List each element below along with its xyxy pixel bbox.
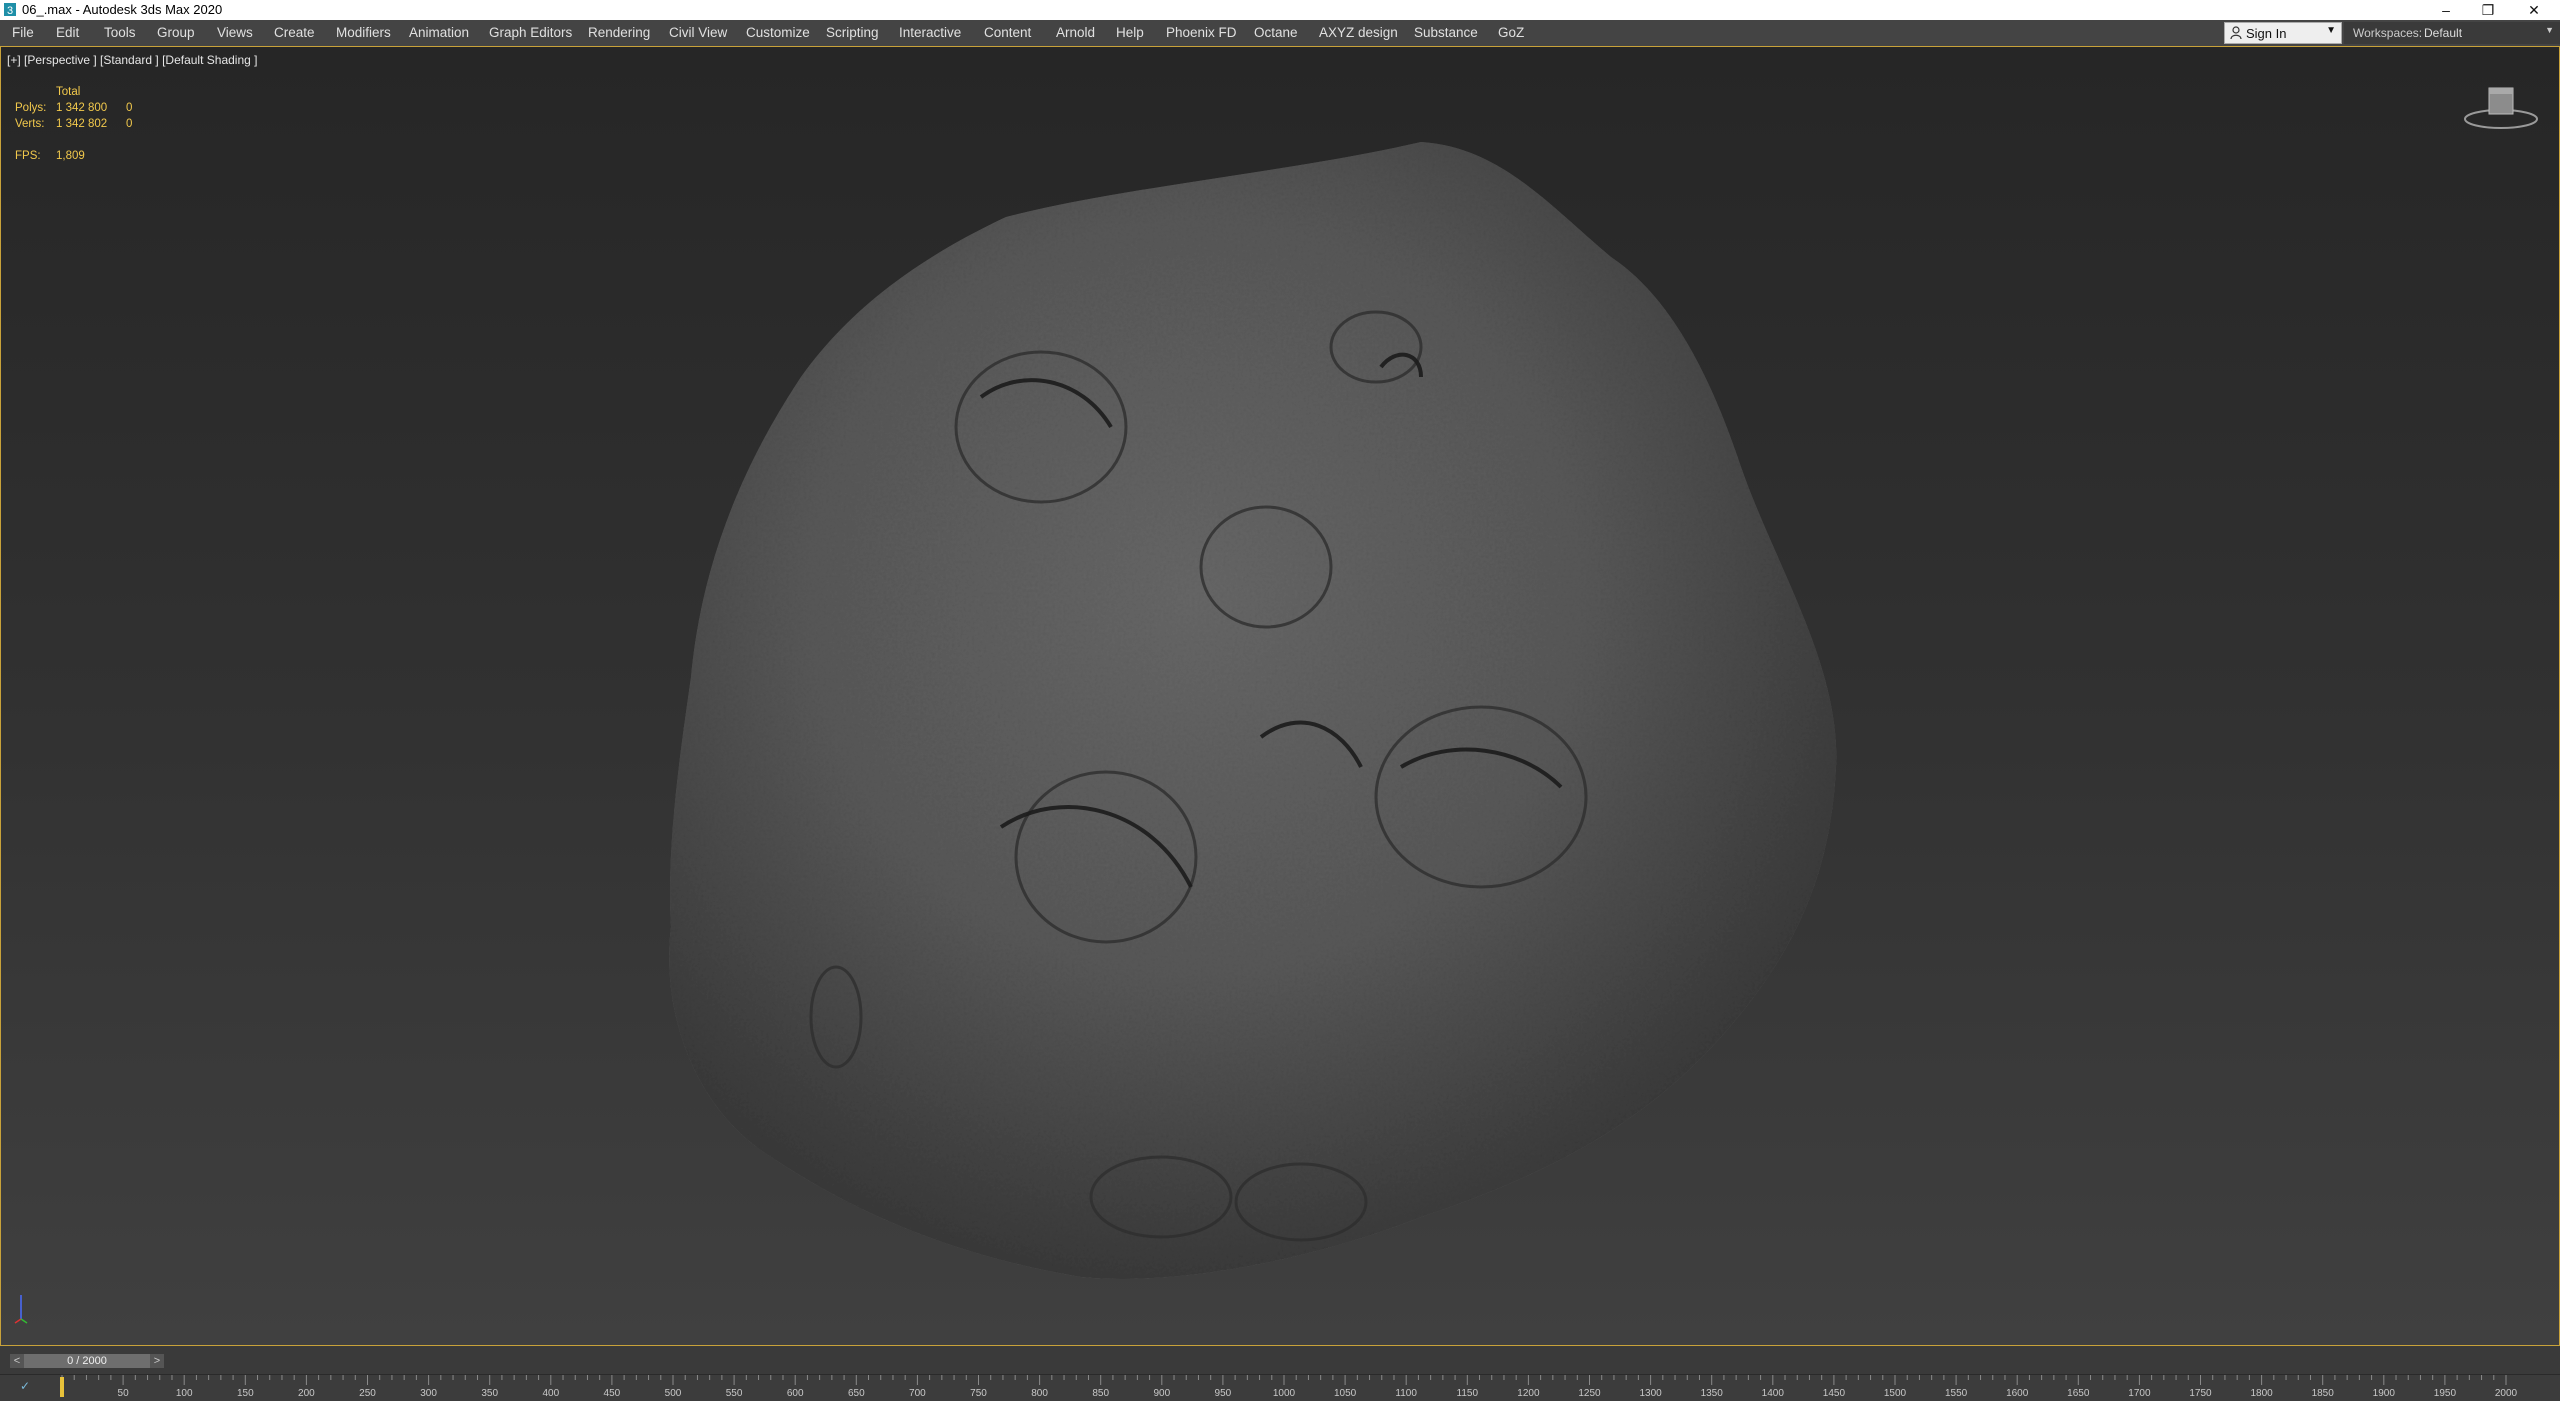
workspaces-selector[interactable]: Workspaces: Default ▼: [2344, 22, 2560, 44]
title-bar: 3 06_.max - Autodesk 3ds Max 2020 – ❐ ✕: [0, 0, 2560, 20]
asteroid-mesh[interactable]: [1, 47, 2560, 1346]
track-tick-label: 750: [970, 1388, 987, 1399]
track-tick-label: 1350: [1700, 1388, 1723, 1399]
track-tick-label: 300: [420, 1388, 437, 1399]
track-tick-label: 250: [359, 1388, 376, 1399]
track-tick-label: 50: [117, 1388, 129, 1399]
menu-group[interactable]: Group: [157, 24, 195, 42]
track-tick-label: 850: [1092, 1388, 1110, 1399]
track-tick-label: 150: [236, 1388, 254, 1399]
time-slider-handle[interactable]: 0 / 2000: [24, 1354, 150, 1368]
menu-animation[interactable]: Animation: [409, 24, 469, 42]
workspaces-label: Workspaces:: [2353, 26, 2423, 40]
track-tick-label: 1550: [1944, 1388, 1968, 1399]
menu-octane[interactable]: Octane: [1254, 24, 1298, 42]
minimize-button[interactable]: –: [2426, 0, 2466, 20]
app-3dsmax-icon: 3: [4, 3, 16, 16]
track-tick-label: 1800: [2250, 1388, 2273, 1399]
track-tick-label: 1300: [1639, 1388, 1662, 1399]
menu-civil-view[interactable]: Civil View: [669, 24, 727, 42]
track-tick-label: 200: [298, 1388, 315, 1399]
track-tick-label: 1450: [1822, 1388, 1846, 1399]
track-tick-label: 950: [1214, 1388, 1232, 1399]
viewcube-icon[interactable]: [2461, 83, 2541, 133]
track-tick-label: 1200: [1517, 1388, 1540, 1399]
sign-in-dropdown[interactable]: Sign In ▼: [2224, 22, 2342, 44]
menu-edit[interactable]: Edit: [56, 24, 79, 42]
menu-create[interactable]: Create: [274, 24, 315, 42]
viewport-label-menu[interactable]: [+] [Perspective ] [Standard ] [Default …: [7, 53, 257, 67]
track-tick-label: 450: [603, 1388, 621, 1399]
time-slider-prev-button[interactable]: <: [10, 1354, 24, 1368]
track-tick-label: 1700: [2128, 1388, 2151, 1399]
menu-modifiers[interactable]: Modifiers: [336, 24, 391, 42]
menu-help[interactable]: Help: [1116, 24, 1144, 42]
menu-scripting[interactable]: Scripting: [826, 24, 879, 42]
user-icon: [2230, 26, 2242, 40]
menu-interactive[interactable]: Interactive: [899, 24, 961, 42]
menu-phoenix-fd[interactable]: Phoenix FD: [1166, 24, 1237, 42]
stats-header: Total: [56, 86, 81, 98]
menu-content[interactable]: Content: [984, 24, 1031, 42]
workspaces-value: Default: [2424, 26, 2463, 40]
menu-graph-editors[interactable]: Graph Editors: [489, 24, 572, 42]
track-tick-label: 650: [847, 1388, 865, 1399]
menu-arnold[interactable]: Arnold: [1056, 24, 1095, 42]
track-tick-label: 1050: [1333, 1388, 1357, 1399]
track-tick-label: 1850: [2311, 1388, 2334, 1399]
track-tick-label: 900: [1153, 1388, 1171, 1399]
menu-bar: File Edit Tools Group Views Create Modif…: [0, 20, 2560, 47]
current-frame-marker[interactable]: [60, 1377, 64, 1397]
chevron-down-icon: ▼: [2326, 25, 2336, 36]
verts-selected: 0: [126, 118, 133, 130]
track-tick-label: 1600: [2006, 1388, 2029, 1399]
sign-in-label: Sign In: [2246, 26, 2287, 41]
track-tick-label: 1250: [1578, 1388, 1601, 1399]
track-tick-label: 1400: [1761, 1388, 1784, 1399]
track-tick-label: 400: [542, 1388, 560, 1399]
track-tick-label: 550: [725, 1388, 743, 1399]
track-tick-label: 1000: [1272, 1388, 1296, 1399]
track-tick-label: 350: [481, 1388, 499, 1399]
track-tick-label: 1100: [1395, 1388, 1417, 1399]
track-bar[interactable]: ✓ 50 100 150 200 250 300 350 400 450 500 550 600 650…: [0, 1374, 2560, 1401]
menu-substance[interactable]: Substance: [1414, 24, 1478, 42]
menu-customize[interactable]: Customize: [746, 24, 810, 42]
time-slider: < 0 / 2000 >: [0, 1346, 2560, 1374]
axis-tripod-icon: [14, 1295, 28, 1324]
menu-tools[interactable]: Tools: [104, 24, 136, 42]
fps-label: FPS:: [15, 150, 41, 162]
track-tick-label: 1750: [2189, 1388, 2212, 1399]
track-tick-label: 2000: [2494, 1388, 2518, 1399]
close-button[interactable]: ✕: [2514, 0, 2554, 20]
menu-goz[interactable]: GoZ: [1498, 24, 1524, 42]
track-tick-label: 700: [909, 1388, 926, 1399]
track-tick-label: 1950: [2433, 1388, 2457, 1399]
svg-text:3: 3: [7, 5, 13, 16]
track-tick-label: 1500: [1883, 1388, 1907, 1399]
menu-file[interactable]: File: [12, 24, 34, 42]
polys-selected: 0: [126, 102, 133, 114]
asteroid-body: [669, 142, 1837, 1279]
track-tick-label: 1900: [2372, 1388, 2395, 1399]
window-title: 06_.max - Autodesk 3ds Max 2020: [22, 2, 223, 17]
menu-views[interactable]: Views: [217, 24, 253, 42]
track-tick-label: 500: [664, 1388, 682, 1399]
track-tick-label: 800: [1031, 1388, 1048, 1399]
track-tick-label: 1650: [2067, 1388, 2090, 1399]
polys-total: 1 342 800: [56, 102, 108, 114]
menu-axyz-design[interactable]: AXYZ design: [1319, 24, 1398, 42]
menu-rendering[interactable]: Rendering: [588, 24, 650, 42]
restore-button[interactable]: ❐: [2468, 0, 2508, 20]
chevron-down-icon: ▼: [2545, 25, 2554, 35]
track-tick-label: 600: [786, 1388, 804, 1399]
verts-total: 1 342 802: [56, 118, 108, 130]
fps-value: 1,809: [56, 150, 85, 162]
track-tick-label: 1150: [1456, 1388, 1479, 1399]
verts-label: Verts:: [15, 118, 45, 130]
time-slider-next-button[interactable]: >: [150, 1354, 164, 1368]
perspective-viewport[interactable]: [+] [Perspective ] [Standard ] [Default …: [0, 46, 2560, 1346]
track-tick-label: 100: [175, 1388, 193, 1399]
polys-label: Polys:: [15, 102, 47, 114]
